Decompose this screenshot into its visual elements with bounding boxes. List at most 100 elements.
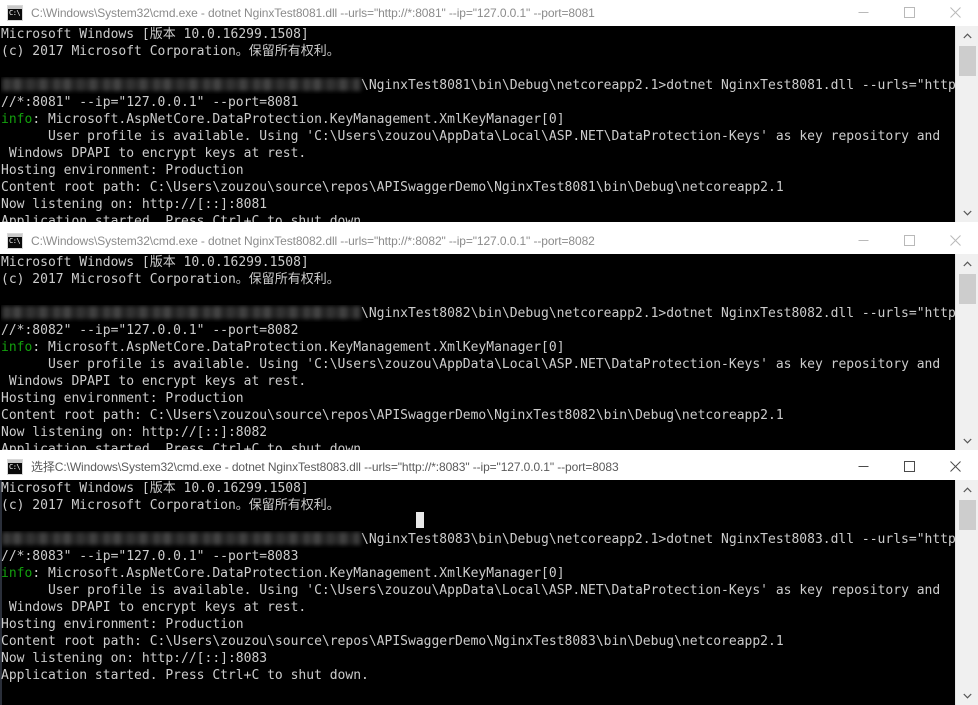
titlebar[interactable]: C:\Windows\System32\cmd.exe - dotnet Ngi… — [0, 0, 978, 26]
window-controls — [840, 228, 978, 253]
redacted-path-blur — [1, 532, 361, 545]
console-line-text: \NginxTest8083\bin\Debug\netcoreapp2.1>d… — [361, 532, 955, 547]
console-line: Application started. Press Ctrl+C to shu… — [1, 668, 369, 683]
console-output-area[interactable]: Microsoft Windows [版本 10.0.16299.1508] (c… — [0, 480, 978, 705]
console-line: Hosting environment: Production — [1, 391, 244, 406]
log-level-info: info — [1, 340, 33, 355]
console-window-cmd-8081[interactable]: C:\Windows\System32\cmd.exe - dotnet Ngi… — [0, 0, 978, 222]
minimize-button[interactable] — [840, 228, 886, 253]
minimize-icon — [858, 7, 869, 18]
console-line: Microsoft Windows [版本 10.0.16299.1508] — [1, 255, 309, 270]
console-line-text: : Microsoft.AspNetCore.DataProtection.Ke… — [32, 566, 565, 581]
maximize-icon — [903, 461, 915, 472]
chevron-up-icon — [963, 32, 972, 39]
close-button[interactable] — [932, 454, 978, 479]
scroll-up-button[interactable] — [956, 26, 978, 45]
console-line-text: \NginxTest8082\bin\Debug\netcoreapp2.1>d… — [361, 306, 955, 321]
chevron-up-icon — [963, 486, 972, 493]
console-line: info: Microsoft.AspNetCore.DataProtectio… — [1, 111, 955, 128]
console-line: User profile is available. Using 'C:\Use… — [1, 583, 941, 598]
scroll-down-button[interactable] — [956, 686, 978, 705]
chevron-down-icon — [963, 210, 972, 216]
console-line: info: Microsoft.AspNetCore.DataProtectio… — [1, 339, 955, 356]
titlebar[interactable]: C:\Windows\System32\cmd.exe - dotnet Ngi… — [0, 228, 978, 254]
close-icon — [949, 7, 961, 18]
minimize-icon — [858, 461, 869, 472]
log-level-info: info — [1, 112, 33, 127]
chevron-down-icon — [963, 693, 972, 699]
maximize-button[interactable] — [886, 228, 932, 253]
redacted-path-blur — [1, 306, 361, 319]
vertical-scrollbar[interactable] — [955, 26, 978, 222]
console-line-text: : Microsoft.AspNetCore.DataProtection.Ke… — [32, 340, 565, 355]
console-line: Now listening on: http://[::]:8082 — [1, 425, 268, 440]
minimize-button[interactable] — [840, 454, 886, 479]
window-controls — [840, 0, 978, 25]
console-line-text: : Microsoft.AspNetCore.DataProtection.Ke… — [32, 112, 565, 127]
console-text: Microsoft Windows [版本 10.0.16299.1508] (c… — [0, 480, 955, 705]
chevron-up-icon — [963, 260, 972, 267]
chevron-down-icon — [963, 438, 972, 444]
console-line: Now listening on: http://[::]:8083 — [1, 651, 268, 666]
vertical-scrollbar[interactable] — [955, 480, 978, 705]
maximize-icon — [903, 235, 915, 246]
console-window-cmd-8083[interactable]: 选择C:\Windows\System32\cmd.exe - dotnet N… — [0, 454, 978, 705]
redacted-path-blur — [1, 78, 361, 91]
close-icon — [949, 235, 961, 246]
scrollbar-thumb[interactable] — [958, 274, 976, 304]
maximize-button[interactable] — [886, 454, 932, 479]
console-line: //*:8083" --ip="127.0.0.1" --port=8083 — [1, 549, 299, 564]
console-line: Microsoft Windows [版本 10.0.16299.1508] — [1, 27, 309, 42]
window-title: C:\Windows\System32\cmd.exe - dotnet Ngi… — [31, 233, 595, 248]
console-line: Windows DPAPI to encrypt keys at rest. — [1, 146, 307, 161]
scrollbar-thumb[interactable] — [958, 46, 976, 76]
cmd-console-icon[interactable] — [7, 458, 23, 475]
window-title: 选择C:\Windows\System32\cmd.exe - dotnet N… — [31, 459, 619, 474]
console-text: Microsoft Windows [版本 10.0.16299.1508] (c… — [0, 26, 955, 222]
console-line: //*:8082" --ip="127.0.0.1" --port=8082 — [1, 323, 299, 338]
console-line: User profile is available. Using 'C:\Use… — [1, 357, 941, 372]
console-line: (c) 2017 Microsoft Corporation。保留所有权利。 — [1, 272, 340, 287]
console-line: Windows DPAPI to encrypt keys at rest. — [1, 374, 307, 389]
scroll-up-button[interactable] — [956, 480, 978, 499]
close-button[interactable] — [932, 0, 978, 25]
console-line: Microsoft Windows [版本 10.0.16299.1508] — [1, 481, 309, 496]
maximize-icon — [903, 7, 915, 18]
console-line: \NginxTest8082\bin\Debug\netcoreapp2.1>d… — [1, 305, 955, 322]
minimize-icon — [858, 235, 869, 246]
scrollbar-thumb[interactable] — [958, 500, 976, 530]
minimize-button[interactable] — [840, 0, 886, 25]
window-title: C:\Windows\System32\cmd.exe - dotnet Ngi… — [31, 5, 595, 20]
scroll-down-button[interactable] — [956, 203, 978, 222]
console-window-cmd-8082[interactable]: C:\Windows\System32\cmd.exe - dotnet Ngi… — [0, 228, 978, 450]
console-line: Now listening on: http://[::]:8081 — [1, 197, 268, 212]
console-line: Application started. Press Ctrl+C to shu… — [1, 214, 369, 222]
console-line: Application started. Press Ctrl+C to shu… — [1, 442, 369, 450]
desktop: C:\Windows\System32\cmd.exe - dotnet Ngi… — [0, 0, 978, 705]
titlebar[interactable]: 选择C:\Windows\System32\cmd.exe - dotnet N… — [0, 454, 978, 480]
cmd-console-icon[interactable] — [7, 232, 23, 249]
console-line: Content root path: C:\Users\zouzou\sourc… — [1, 634, 784, 649]
console-line: Hosting environment: Production — [1, 617, 244, 632]
close-button[interactable] — [932, 228, 978, 253]
console-output-area[interactable]: Microsoft Windows [版本 10.0.16299.1508] (c… — [0, 254, 978, 450]
console-line: Content root path: C:\Users\zouzou\sourc… — [1, 408, 784, 423]
scroll-up-button[interactable] — [956, 254, 978, 273]
log-level-info: info — [1, 566, 33, 581]
vertical-scrollbar[interactable] — [955, 254, 978, 450]
text-cursor — [416, 512, 424, 528]
console-line: \NginxTest8081\bin\Debug\netcoreapp2.1>d… — [1, 77, 955, 94]
console-line: \NginxTest8083\bin\Debug\netcoreapp2.1>d… — [1, 531, 955, 548]
cmd-console-icon[interactable] — [7, 4, 23, 21]
console-line: //*:8081" --ip="127.0.0.1" --port=8081 — [1, 95, 299, 110]
scroll-down-button[interactable] — [956, 431, 978, 450]
console-text: Microsoft Windows [版本 10.0.16299.1508] (c… — [0, 254, 955, 450]
close-icon — [949, 461, 961, 472]
console-output-area[interactable]: Microsoft Windows [版本 10.0.16299.1508] (c… — [0, 26, 978, 222]
console-line-text: \NginxTest8081\bin\Debug\netcoreapp2.1>d… — [361, 78, 955, 93]
console-line: (c) 2017 Microsoft Corporation。保留所有权利。 — [1, 44, 340, 59]
maximize-button[interactable] — [886, 0, 932, 25]
window-controls — [840, 454, 978, 479]
